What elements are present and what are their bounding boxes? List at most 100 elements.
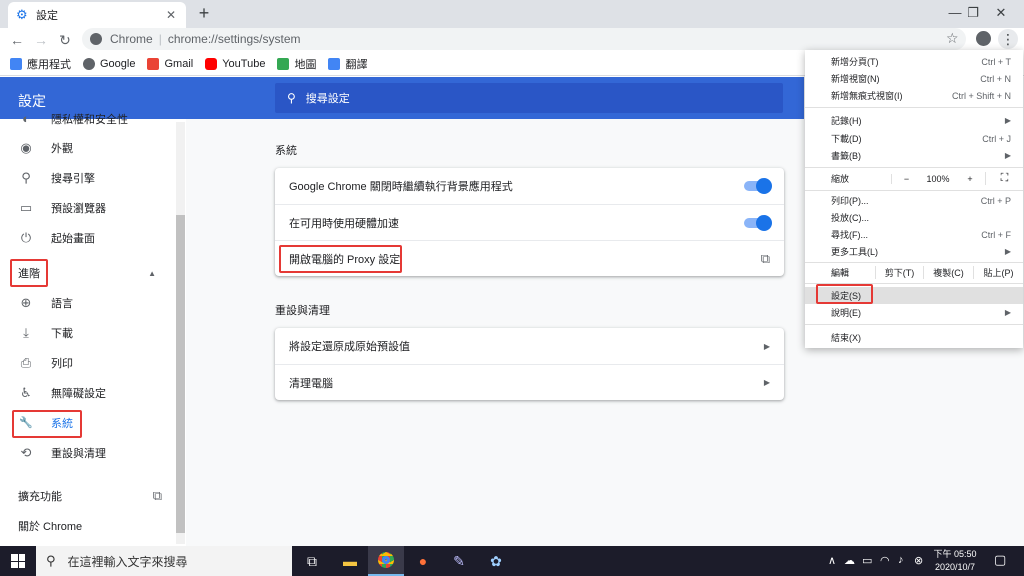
sidebar-item-appearance[interactable]: ◉ 外觀	[0, 133, 176, 163]
menu-print[interactable]: 列印(P)... Ctrl + P	[805, 192, 1023, 209]
menu-new-window[interactable]: 新增視窗(N) Ctrl + N	[805, 70, 1023, 87]
bookmark-translate[interactable]: 翻譯	[328, 56, 367, 72]
task-view-icon[interactable]: ⧉	[294, 546, 330, 576]
menu-incognito[interactable]: 新增無痕式視窗(I) Ctrl + Shift + N	[805, 87, 1023, 104]
external-link-icon[interactable]: ⧉	[761, 251, 770, 267]
tab-close-icon[interactable]: ✕	[164, 8, 178, 22]
sidebar-item-accessibility[interactable]: ♿ 無障礙設定	[0, 378, 176, 408]
proxy-highlight	[279, 245, 402, 273]
menu-shortcut: Ctrl + J	[982, 133, 1011, 144]
maps-icon	[277, 57, 290, 70]
submenu-arrow-icon: ▶	[1004, 151, 1011, 160]
menu-more-tools[interactable]: 更多工具(L) ▶	[805, 243, 1023, 260]
background-apps-row[interactable]: Google Chrome 關閉時繼續執行背景應用程式	[275, 168, 784, 204]
sidebar-item-reset[interactable]: ⟲ 重設與清理	[0, 438, 176, 468]
chevron-right-icon: ▶	[763, 378, 770, 387]
menu-label: 新增無痕式視窗(I)	[831, 91, 903, 101]
menu-paste[interactable]: 貼上(P)	[973, 266, 1023, 279]
section-title-reset: 重設與清理	[275, 305, 330, 317]
sidebar-item-downloads[interactable]: ⤓ 下載	[0, 318, 176, 348]
sidebar-item-label: 重設與清理	[51, 448, 106, 460]
taskbar-search-input[interactable]: ⚲ 在這裡輸入文字來搜尋	[36, 546, 292, 576]
bookmark-maps[interactable]: 地圖	[277, 56, 316, 72]
menu-cast[interactable]: 投放(C)...	[805, 209, 1023, 226]
onedrive-icon[interactable]: ☁	[844, 554, 855, 567]
sidebar-item-label: 列印	[51, 358, 73, 370]
hardware-acceleration-row[interactable]: 在可用時使用硬體加速	[275, 204, 784, 240]
profile-avatar-icon[interactable]	[976, 31, 991, 46]
menu-cut[interactable]: 剪下(T)	[875, 266, 923, 279]
menu-separator	[805, 107, 1023, 108]
search-icon: ⚲	[21, 170, 31, 185]
tab-settings[interactable]: ⚙ 設定 ✕	[8, 2, 186, 28]
bookmark-apps[interactable]: 應用程式	[10, 56, 71, 72]
app-icon[interactable]: ✎	[441, 546, 477, 576]
tab-strip: ⚙ 設定 ✕ + — ❐ ✕	[0, 0, 1024, 28]
sidebar-item-on-startup[interactable]: ⏻ 起始畫面	[0, 223, 176, 253]
sidebar-item-search-engine[interactable]: ⚲ 搜尋引擎	[0, 163, 176, 193]
bookmark-youtube[interactable]: YouTube	[205, 57, 266, 70]
menu-copy[interactable]: 複製(C)	[923, 266, 973, 279]
sidebar-item-label: 無障礙設定	[51, 388, 106, 400]
sidebar-item-default-browser[interactable]: ▭ 預設瀏覽器	[0, 193, 176, 223]
settings-search-input[interactable]: ⚲ 搜尋設定	[275, 83, 783, 113]
globe-icon: ⊕	[20, 295, 32, 310]
battery-icon[interactable]: ▭	[862, 554, 872, 567]
back-icon[interactable]: ←	[5, 28, 29, 52]
menu-label: 書籤(B)	[831, 151, 861, 161]
bookmark-label: YouTube	[222, 57, 266, 70]
hardware-acceleration-toggle[interactable]	[744, 214, 772, 231]
window-close-button[interactable]: ✕	[978, 0, 1024, 28]
no-network-icon[interactable]: ⊗	[914, 554, 923, 567]
wifi-icon[interactable]: ◠	[880, 554, 890, 567]
windows-taskbar: ⚲ 在這裡輸入文字來搜尋 ⧉ ▬ ● ✎ ✿ ∧ ☁ ▭ ◠ ♪ ⊗ 下午 05…	[0, 546, 1024, 576]
chrome-taskbar-icon[interactable]	[368, 546, 404, 576]
chrome-menu-button[interactable]: ⋮	[998, 29, 1018, 49]
zoom-out-button[interactable]: −	[891, 173, 921, 184]
menu-shortcut: Ctrl + T	[981, 56, 1011, 67]
sidebar-item-label: 下載	[51, 328, 73, 340]
bookmark-label: Google	[100, 57, 136, 70]
reload-icon[interactable]: ↻	[53, 28, 77, 52]
sidebar-item-privacy[interactable]: ◐ 隱私權和安全性	[0, 105, 176, 133]
sidebar-item-printing[interactable]: ⎙ 列印	[0, 348, 176, 378]
tab-title: 設定	[36, 10, 58, 22]
bookmark-gmail[interactable]: Gmail	[147, 57, 193, 70]
menu-bookmarks[interactable]: 書籤(B) ▶	[805, 147, 1023, 164]
row-label: Google Chrome 關閉時繼續執行背景應用程式	[289, 181, 513, 193]
menu-exit[interactable]: 結束(X)	[805, 329, 1023, 346]
menu-new-tab[interactable]: 新增分頁(T) Ctrl + T	[805, 53, 1023, 70]
restore-defaults-row[interactable]: 將設定還原成原始預設值 ▶	[275, 328, 784, 364]
system-clock[interactable]: 下午 05:50 2020/10/7	[930, 548, 980, 574]
tray-chevron-icon[interactable]: ∧	[828, 554, 836, 567]
taskbar-search-placeholder: 在這裡輸入文字來搜尋	[67, 554, 188, 569]
notification-icon[interactable]: ▢	[994, 552, 1006, 568]
file-explorer-icon[interactable]: ▬	[332, 546, 368, 576]
paint-icon[interactable]: ✿	[478, 546, 514, 576]
clean-computer-row[interactable]: 清理電腦 ▶	[275, 364, 784, 400]
browser-icon: ▭	[19, 200, 33, 215]
zoom-in-button[interactable]: +	[955, 174, 985, 184]
forward-icon[interactable]: →	[29, 28, 53, 52]
bookmark-google[interactable]: Google	[83, 57, 136, 70]
sidebar-item-extensions[interactable]: 擴充功能 ⧉	[0, 481, 176, 511]
windows-logo-icon	[11, 554, 25, 568]
menu-history[interactable]: 記錄(H) ▶	[805, 112, 1023, 129]
firefox-icon[interactable]: ●	[405, 546, 441, 576]
address-bar[interactable]: Chrome | chrome://settings/system	[82, 28, 966, 50]
menu-find[interactable]: 尋找(F)... Ctrl + F	[805, 226, 1023, 243]
fullscreen-icon[interactable]: ⛶	[985, 172, 1023, 185]
menu-help[interactable]: 說明(E) ▶	[805, 304, 1023, 321]
bookmark-star-icon[interactable]: ☆	[946, 30, 959, 47]
sidebar-item-about[interactable]: 關於 Chrome	[0, 511, 176, 541]
menu-downloads[interactable]: 下載(D) Ctrl + J	[805, 130, 1023, 147]
sidebar-scrollbar-thumb[interactable]	[176, 215, 185, 533]
new-tab-button[interactable]: +	[194, 3, 214, 23]
sidebar-item-languages[interactable]: ⊕ 語言	[0, 288, 176, 318]
menu-label: 尋找(F)...	[831, 230, 868, 240]
chrome-site-icon	[90, 33, 102, 45]
start-button[interactable]	[0, 546, 36, 576]
background-apps-toggle[interactable]	[744, 178, 772, 194]
sidebar-item-label: 起始畫面	[51, 233, 95, 245]
volume-icon[interactable]: ♪	[898, 554, 904, 566]
